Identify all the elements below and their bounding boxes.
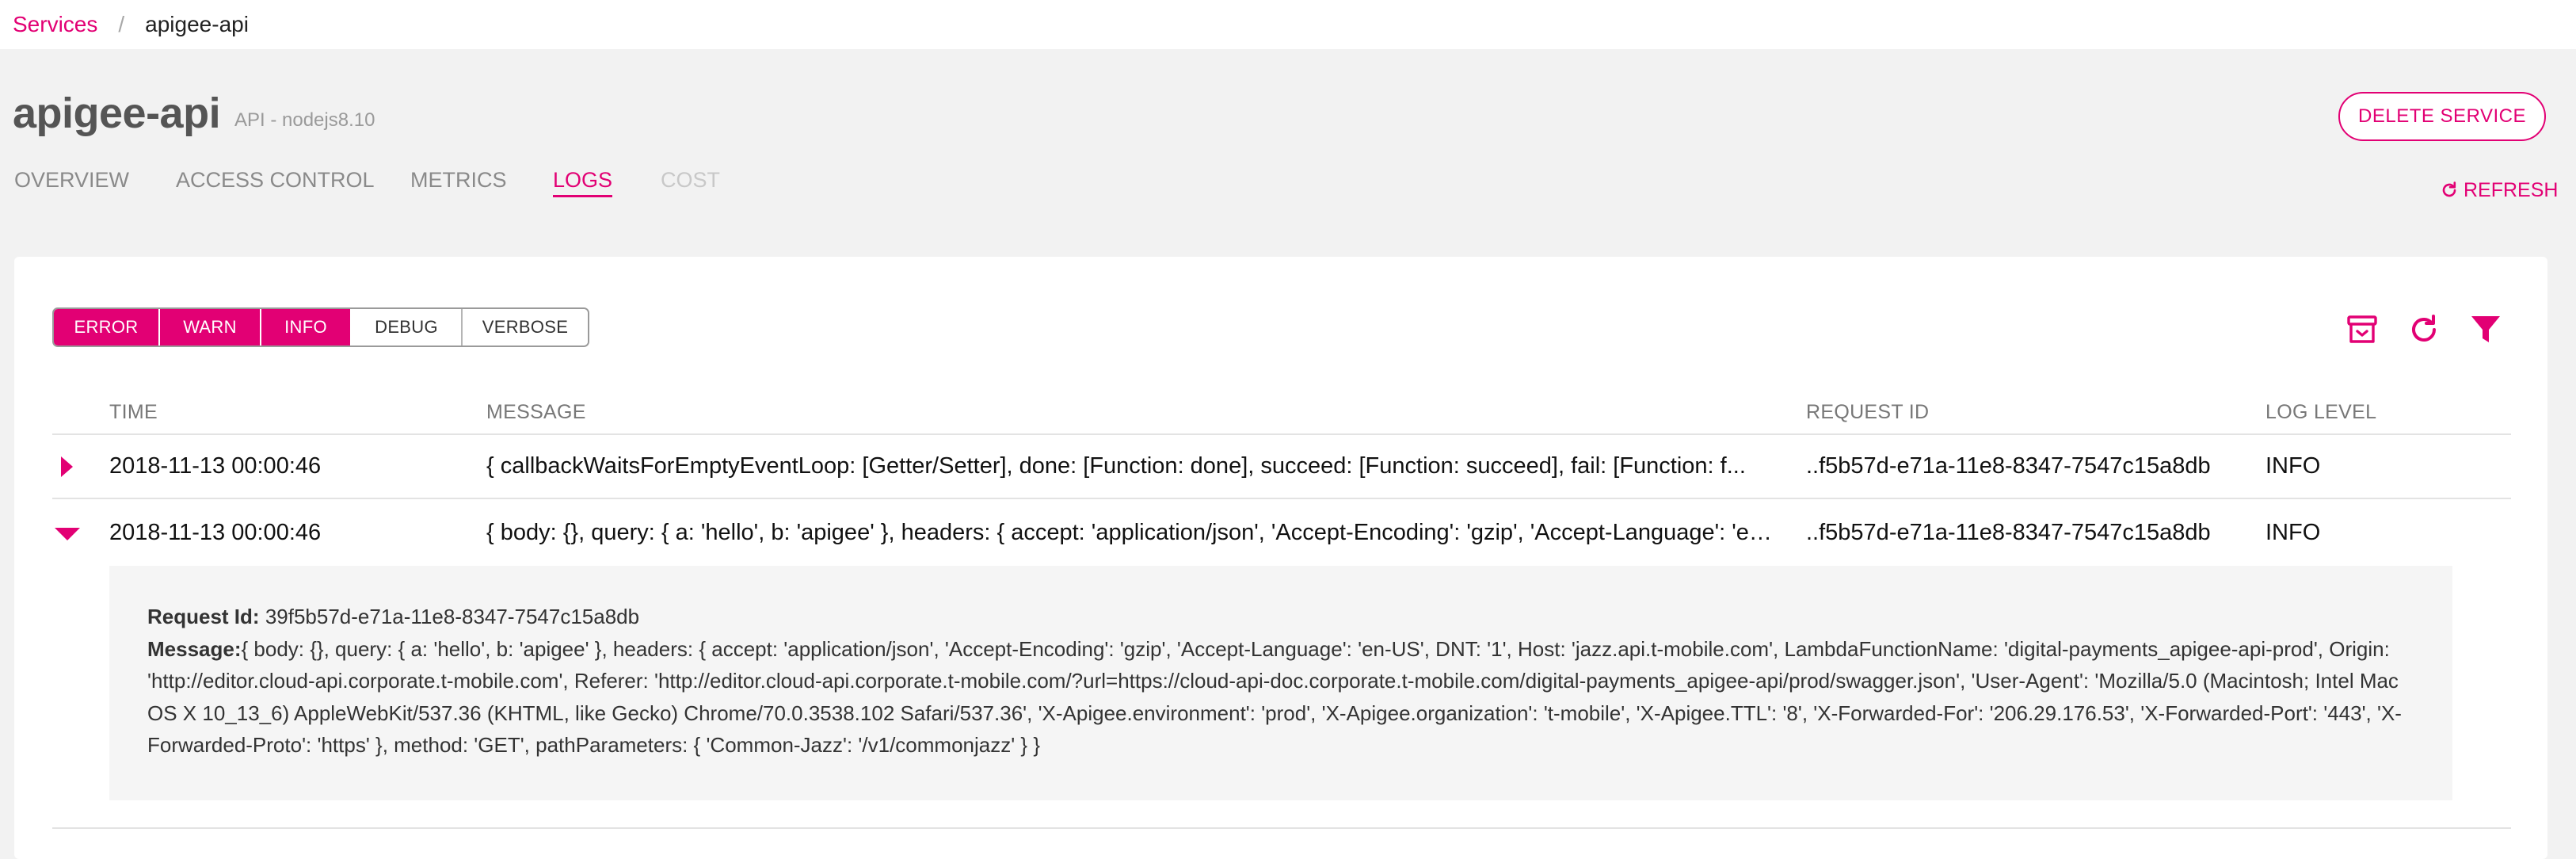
row-divider [52, 498, 2511, 499]
tab-logs[interactable]: LOGS [553, 168, 613, 197]
column-header-time: TIME [109, 401, 158, 423]
row-request-id: ..f5b57d-e71a-11e8-8347-7547c15a8db [1806, 520, 2211, 545]
service-runtime-subtitle: API - nodejs8.10 [234, 109, 375, 131]
breadcrumb-current: apigee-api [145, 12, 249, 36]
expand-row-caret-icon[interactable] [59, 455, 74, 483]
tab-cost: COST [661, 168, 721, 192]
breadcrumb-separator: / [118, 12, 125, 36]
breadcrumb: Services / apigee-api [0, 0, 2576, 49]
column-header-message: MESSAGE [486, 401, 586, 423]
log-level-filter-group: ERROR WARN INFO DEBUG VERBOSE [52, 307, 589, 347]
row-message: { body: {}, query: { a: 'hello', b: 'api… [486, 520, 1776, 545]
column-header-log-level: LOG LEVEL [2265, 401, 2377, 423]
row-request-id: ..f5b57d-e71a-11e8-8347-7547c15a8db [1806, 453, 2211, 479]
row-time: 2018-11-13 00:00:46 [109, 520, 322, 545]
detail-message-label: Message: [147, 636, 242, 661]
tab-metrics[interactable]: METRICS [410, 168, 507, 193]
row-divider [52, 827, 2511, 829]
log-detail-panel: Request Id: 39f5b57d-e71a-11e8-8347-7547… [109, 566, 2452, 800]
row-log-level: INFO [2265, 520, 2321, 545]
row-time: 2018-11-13 00:00:46 [109, 453, 322, 479]
page-title: apigee-api [13, 90, 221, 137]
row-message: { callbackWaitsForEmptyEventLoop: [Gette… [486, 453, 1746, 479]
filter-debug-button[interactable]: DEBUG [352, 309, 463, 346]
detail-request-id-label: Request Id: [147, 605, 260, 628]
archive-icon[interactable] [2345, 312, 2380, 347]
collapse-row-caret-icon[interactable] [54, 526, 81, 546]
filter-warn-button[interactable]: WARN [160, 309, 261, 346]
breadcrumb-services-link[interactable]: Services [13, 12, 97, 37]
refresh-icon[interactable] [2406, 312, 2441, 347]
tab-overview[interactable]: OVERVIEW [14, 168, 129, 193]
detail-message-value: { body: {}, query: { a: 'hello', b: 'api… [147, 636, 2402, 758]
detail-request-id-line: Request Id: 39f5b57d-e71a-11e8-8347-7547… [147, 601, 2429, 633]
header-divider [52, 433, 2511, 435]
detail-request-id-value: 39f5b57d-e71a-11e8-8347-7547c15a8db [265, 605, 640, 628]
column-header-request-id: REQUEST ID [1806, 401, 1930, 423]
refresh-label: REFRESH [2464, 178, 2559, 201]
row-log-level: INFO [2265, 453, 2321, 479]
filter-error-button[interactable]: ERROR [54, 309, 160, 346]
log-detail-text: Request Id: 39f5b57d-e71a-11e8-8347-7547… [147, 601, 2429, 762]
detail-message-line: Message:{ body: {}, query: { a: 'hello',… [147, 633, 2429, 762]
refresh-link[interactable]: REFRESH [2440, 176, 2558, 204]
refresh-small-icon [2440, 181, 2459, 200]
filter-info-button[interactable]: INFO [261, 309, 352, 346]
delete-service-button[interactable]: DELETE SERVICE [2338, 92, 2546, 141]
filter-icon[interactable] [2468, 312, 2503, 347]
tab-access-control[interactable]: ACCESS CONTROL [176, 168, 375, 193]
filter-verbose-button[interactable]: VERBOSE [463, 309, 588, 346]
